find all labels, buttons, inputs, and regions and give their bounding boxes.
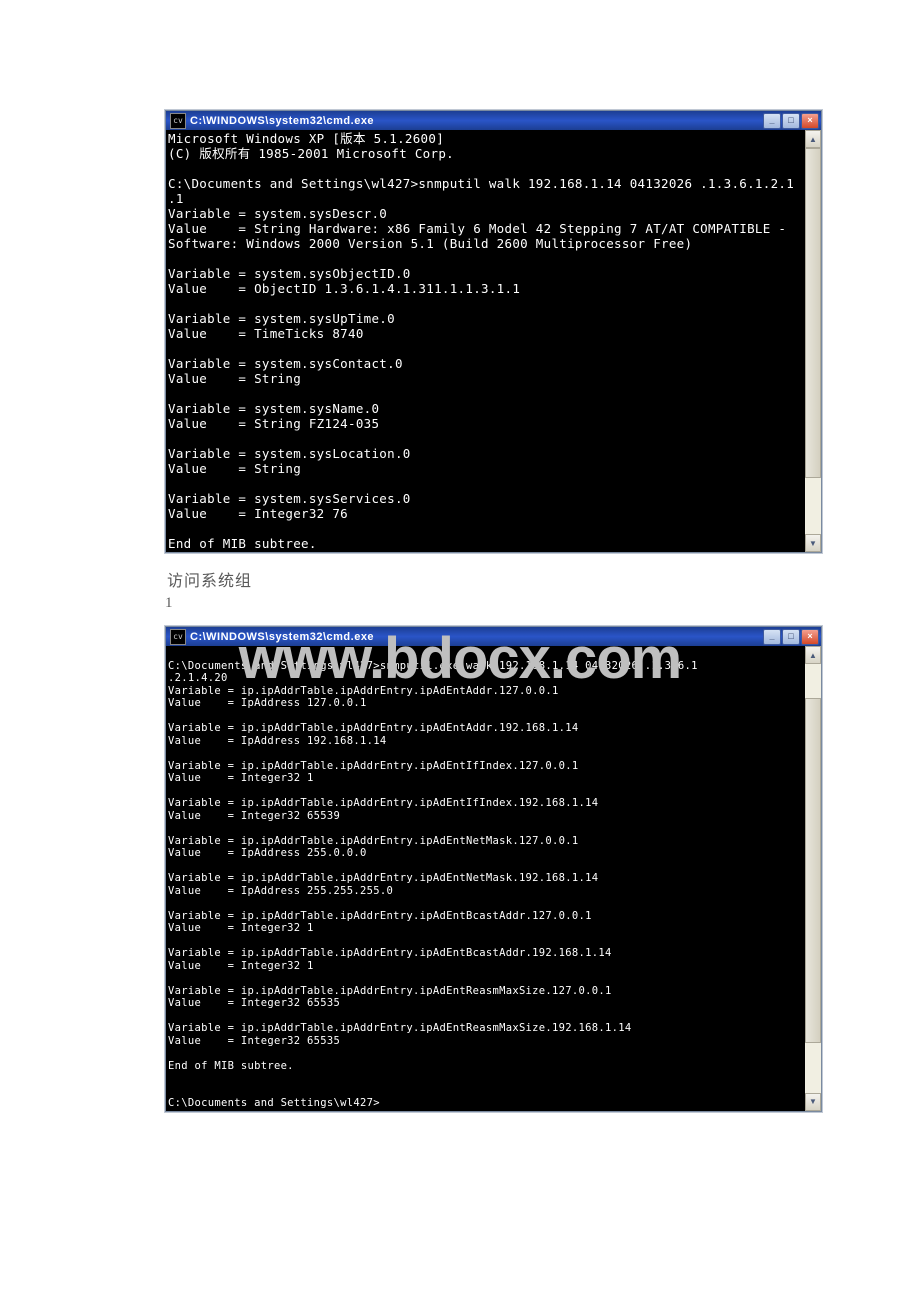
list-number: 1 [165,595,755,612]
minimize-button[interactable]: _ [763,113,781,129]
scroll-track[interactable] [805,664,821,1093]
window-title: C:\WINDOWS\system32\cmd.exe [190,631,759,643]
scroll-thumb[interactable] [805,148,821,478]
caption-text: 访问系统组 [167,567,755,591]
scroll-track[interactable] [805,148,821,534]
scroll-up-button[interactable]: ▲ [805,646,821,664]
console-output-2: C:\Documents and Settings\wl427>snmputil… [166,646,805,1111]
close-button[interactable]: × [801,629,819,645]
scrollbar[interactable]: ▲ ▼ [805,130,821,552]
maximize-button[interactable]: □ [782,113,800,129]
minimize-button[interactable]: _ [763,629,781,645]
scrollbar[interactable]: ▲ ▼ [805,646,821,1111]
window-title: C:\WINDOWS\system32\cmd.exe [190,115,759,127]
titlebar-2[interactable]: cv C:\WINDOWS\system32\cmd.exe _ □ × [166,627,821,646]
scroll-up-button[interactable]: ▲ [805,130,821,148]
cmd-window-1: cv C:\WINDOWS\system32\cmd.exe _ □ × Mic… [165,110,822,553]
cmd-icon: cv [170,629,186,645]
scroll-down-button[interactable]: ▼ [805,1093,821,1111]
scroll-thumb[interactable] [805,698,821,1043]
maximize-button[interactable]: □ [782,629,800,645]
close-button[interactable]: × [801,113,819,129]
console-output-1: Microsoft Windows XP [版本 5.1.2600] (C) 版… [166,130,805,552]
cmd-icon: cv [170,113,186,129]
titlebar-1[interactable]: cv C:\WINDOWS\system32\cmd.exe _ □ × [166,111,821,130]
cmd-window-2: cv C:\WINDOWS\system32\cmd.exe _ □ × C:\… [165,626,822,1112]
scroll-down-button[interactable]: ▼ [805,534,821,552]
